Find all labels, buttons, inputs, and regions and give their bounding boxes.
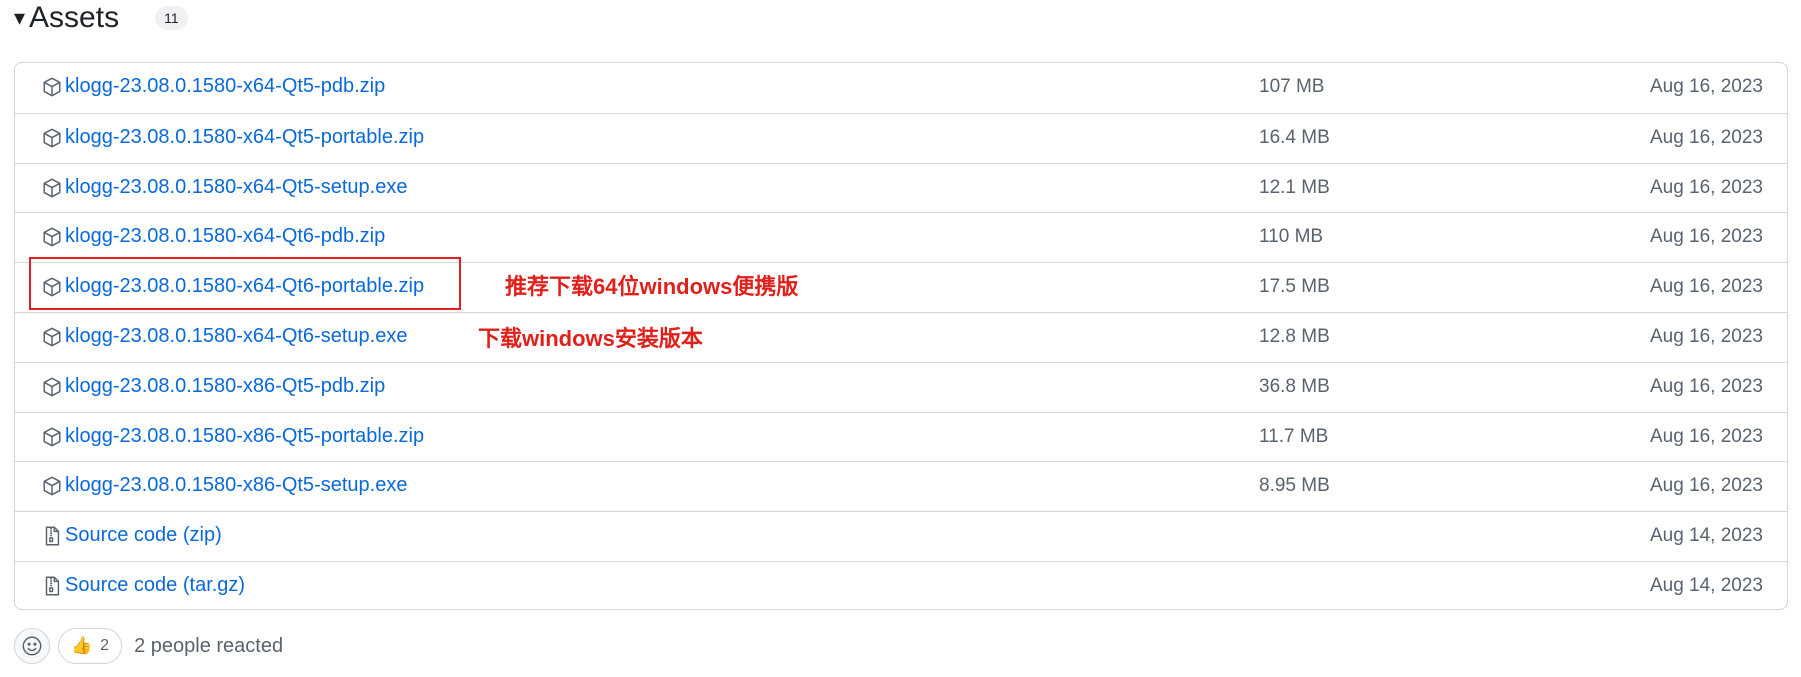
asset-name: klogg-23.08.0.1580-x64-Qt5-portable.zip: [65, 125, 425, 148]
asset-size: 36.8 MB: [1259, 375, 1330, 397]
asset-name-suffix: (zip): [177, 524, 222, 547]
asset-size: 12.8 MB: [1259, 325, 1330, 347]
assets-title: Assets: [29, 1, 120, 34]
file-zip-icon: [41, 575, 63, 597]
package-icon: [41, 177, 63, 199]
asset-name: klogg-23.08.0.1580-x64-Qt6-portable.zip: [65, 275, 425, 298]
asset-name: klogg-23.08.0.1580-x64-Qt6-setup.exe: [65, 324, 408, 347]
asset-size: 8.95 MB: [1259, 475, 1330, 497]
asset-row: klogg-23.08.0.1580-x64-Qt6-portable.zip 1…: [15, 262, 1787, 312]
asset-row: klogg-23.08.0.1580-x86-Qt5-pdb.zip 36.8 M…: [15, 361, 1787, 412]
asset-download-link[interactable]: klogg-23.08.0.1580-x64-Qt5-pdb.zip: [65, 75, 385, 98]
assets-count-badge: 11: [155, 6, 188, 30]
package-icon: [41, 376, 63, 398]
asset-size: 11.7 MB: [1259, 425, 1329, 447]
asset-name: Source code: [65, 573, 178, 596]
package-icon: [41, 276, 63, 298]
package-icon: [41, 426, 63, 448]
asset-size: 110 MB: [1259, 226, 1324, 248]
asset-download-link[interactable]: Source code (zip): [65, 524, 222, 547]
reactions-summary[interactable]: 2 people reacted: [134, 635, 283, 658]
add-reaction-button[interactable]: [14, 628, 50, 664]
asset-name: klogg-23.08.0.1580-x86-Qt5-setup.exe: [65, 474, 408, 497]
asset-row: klogg-23.08.0.1580-x86-Qt5-portable.zip 1…: [15, 411, 1787, 462]
asset-name: klogg-23.08.0.1580-x64-Qt6-pdb.zip: [65, 225, 386, 248]
thumbs-up-icon: 👍: [71, 636, 93, 655]
asset-name: klogg-23.08.0.1580-x86-Qt5-pdb.zip: [65, 374, 386, 397]
asset-row: Source code (zip) Aug 14, 2023: [15, 511, 1787, 561]
asset-name: klogg-23.08.0.1580-x86-Qt5-portable.zip: [65, 424, 425, 447]
package-icon: [41, 76, 63, 98]
asset-size: 17.5 MB: [1259, 276, 1330, 298]
asset-name: klogg-23.08.0.1580-x64-Qt5-pdb.zip: [65, 75, 386, 97]
asset-date: Aug 16, 2023: [1649, 425, 1763, 447]
asset-download-link[interactable]: klogg-23.08.0.1580-x86-Qt5-pdb.zip: [65, 375, 385, 398]
asset-name: Source code: [65, 524, 178, 547]
asset-row: klogg-23.08.0.1580-x64-Qt6-setup.exe 12.8…: [15, 311, 1787, 362]
asset-size: 16.4 MB: [1259, 126, 1330, 148]
asset-download-link[interactable]: klogg-23.08.0.1580-x64-Qt5-portable.zip: [65, 126, 424, 149]
asset-download-link[interactable]: klogg-23.08.0.1580-x64-Qt6-portable.zip: [65, 275, 424, 298]
annotation-recommend-portable: 推荐下载64位windows便携版: [505, 274, 799, 299]
assets-list: klogg-23.08.0.1580-x64-Qt5-pdb.zip 107 MB…: [14, 62, 1788, 610]
asset-row: klogg-23.08.0.1580-x64-Qt5-setup.exe 12.1…: [15, 162, 1787, 213]
smiley-icon: [22, 636, 42, 656]
package-icon: [41, 127, 63, 149]
asset-date: Aug 16, 2023: [1649, 276, 1763, 298]
assets-header[interactable]: ▾ Assets 11: [14, 0, 188, 36]
asset-date: Aug 16, 2023: [1649, 76, 1763, 97]
package-icon: [41, 326, 63, 348]
asset-download-link[interactable]: Source code (tar.gz): [65, 574, 245, 597]
asset-size: 107 MB: [1259, 76, 1325, 97]
file-zip-icon: [41, 525, 63, 547]
asset-row: Source code (tar.gz) Aug 14, 2023: [15, 560, 1787, 609]
asset-download-link[interactable]: klogg-23.08.0.1580-x64-Qt6-pdb.zip: [65, 225, 385, 248]
thumbs-up-reaction-button[interactable]: 👍 2: [58, 628, 123, 664]
package-icon: [41, 475, 63, 497]
asset-date: Aug 16, 2023: [1649, 375, 1763, 397]
asset-date: Aug 14, 2023: [1649, 525, 1763, 547]
asset-download-link[interactable]: klogg-23.08.0.1580-x64-Qt5-setup.exe: [65, 176, 407, 199]
asset-download-link[interactable]: klogg-23.08.0.1580-x86-Qt5-setup.exe: [65, 474, 407, 497]
asset-date: Aug 16, 2023: [1649, 475, 1763, 497]
asset-date: Aug 16, 2023: [1649, 226, 1763, 248]
asset-name-suffix: (tar.gz): [177, 573, 246, 596]
asset-row: klogg-23.08.0.1580-x64-Qt6-pdb.zip 110 MB…: [15, 212, 1787, 262]
asset-size: 12.1 MB: [1259, 176, 1330, 198]
annotation-download-setup: 下载windows安装版本: [478, 326, 703, 351]
asset-name: klogg-23.08.0.1580-x64-Qt5-setup.exe: [65, 175, 408, 198]
asset-date: Aug 16, 2023: [1649, 325, 1763, 347]
caret-down-icon[interactable]: ▾: [14, 7, 25, 29]
asset-row: klogg-23.08.0.1580-x64-Qt5-pdb.zip 107 MB…: [15, 63, 1787, 113]
asset-row: klogg-23.08.0.1580-x86-Qt5-setup.exe 8.95…: [15, 461, 1787, 511]
asset-download-link[interactable]: klogg-23.08.0.1580-x86-Qt5-portable.zip: [65, 425, 424, 448]
asset-date: Aug 16, 2023: [1649, 176, 1763, 198]
asset-date: Aug 16, 2023: [1649, 126, 1763, 148]
asset-date: Aug 14, 2023: [1649, 574, 1763, 596]
asset-row: klogg-23.08.0.1580-x64-Qt5-portable.zip 1…: [15, 112, 1787, 163]
thumbs-up-count: 2: [100, 637, 110, 654]
asset-download-link[interactable]: klogg-23.08.0.1580-x64-Qt6-setup.exe: [65, 325, 407, 348]
reactions-bar: 👍 2 2 people reacted: [14, 628, 283, 664]
package-icon: [41, 226, 63, 248]
